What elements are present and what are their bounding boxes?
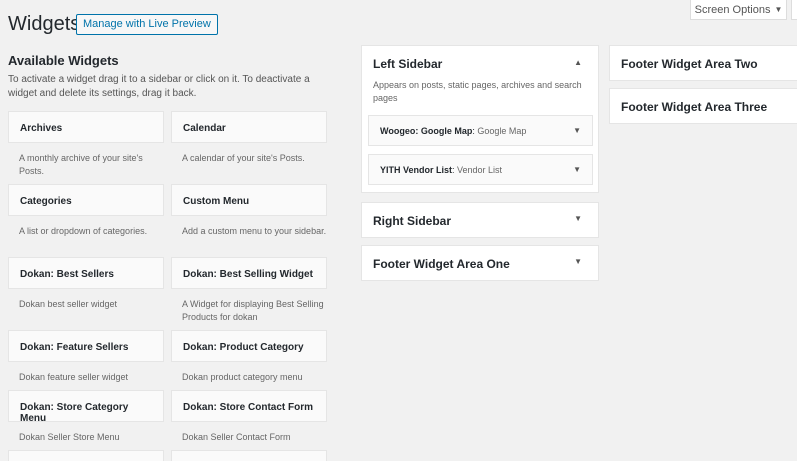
sidebar-left-header[interactable]: Left Sidebar ▲ bbox=[362, 46, 598, 82]
widget-description: A list or dropdown of categories. bbox=[19, 226, 148, 236]
sidebar-footer-three[interactable]: Footer Widget Area Three bbox=[609, 88, 797, 124]
placed-widget-label: YITH Vendor List: Vendor List bbox=[380, 165, 503, 175]
widget-title: Custom Menu bbox=[183, 196, 250, 207]
help-tab[interactable] bbox=[791, 0, 797, 20]
arrow-down-icon[interactable]: ▼ bbox=[574, 257, 582, 266]
widget-categories[interactable]: Categories bbox=[8, 184, 164, 216]
widget-description: Dokan feature seller widget bbox=[19, 372, 129, 382]
sidebar-title: Footer Widget Area One bbox=[373, 257, 510, 271]
widget-dokan-feature-sellers[interactable]: Dokan: Feature Sellers bbox=[8, 330, 164, 362]
page-title: Widgets bbox=[8, 13, 81, 35]
placed-widget-type: Google Map bbox=[477, 126, 527, 136]
widget-description: A calendar of your site's Posts. bbox=[182, 153, 305, 163]
sidebar-title: Footer Widget Area Two bbox=[621, 57, 758, 71]
widget-title: Categories bbox=[20, 196, 72, 207]
widget-calendar[interactable]: Calendar bbox=[171, 111, 327, 143]
sidebar-footer-two[interactable]: Footer Widget Area Two bbox=[609, 45, 797, 81]
widget-title: Dokan: Feature Sellers bbox=[20, 342, 129, 353]
placed-widget-name: Woogeo: Google Map bbox=[380, 126, 473, 136]
placed-widget-name: YITH Vendor List bbox=[380, 165, 453, 175]
available-widgets-description: To activate a widget drag it to a sideba… bbox=[8, 74, 310, 99]
widget-title: Dokan: Store Contact Form bbox=[183, 402, 314, 413]
sidebar-title: Right Sidebar bbox=[373, 214, 452, 228]
placed-widget-label: Woogeo: Google Map: Google Map bbox=[380, 126, 527, 136]
placed-widget-type: Vendor List bbox=[457, 165, 503, 175]
widget-archives[interactable]: Archives bbox=[8, 111, 164, 143]
caret-down-icon: ▼ bbox=[774, 5, 783, 14]
widget-card-partial[interactable] bbox=[171, 450, 327, 461]
widget-title: Dokan: Product Category bbox=[183, 342, 304, 353]
widget-custom-menu[interactable]: Custom Menu bbox=[171, 184, 327, 216]
widget-description: Dokan Seller Contact Form bbox=[182, 432, 291, 442]
sidebar-description: Appears on posts, static pages, archives… bbox=[373, 80, 582, 103]
placed-widget-google-map[interactable]: Woogeo: Google Map: Google Map ▼ bbox=[368, 115, 593, 146]
screen-options-label: Screen Options bbox=[694, 4, 771, 16]
widget-title: Archives bbox=[20, 123, 63, 134]
widget-description: Add a custom menu to your sidebar. bbox=[182, 226, 327, 236]
available-widgets-title: Available Widgets bbox=[8, 53, 119, 68]
widget-dokan-store-category-menu[interactable]: Dokan: Store Category Menu bbox=[8, 390, 164, 424]
widget-title: Dokan: Best Selling Widget bbox=[183, 269, 313, 280]
arrow-down-icon[interactable]: ▼ bbox=[573, 126, 581, 135]
widget-description: A Widget for displaying Best Selling Pro… bbox=[182, 299, 324, 322]
sidebar-footer-one[interactable]: Footer Widget Area One ▼ bbox=[361, 245, 599, 281]
manage-live-preview-button[interactable]: Manage with Live Preview bbox=[76, 14, 218, 35]
widget-dokan-best-selling[interactable]: Dokan: Best Selling Widget bbox=[171, 257, 327, 289]
sidebar-left: Left Sidebar ▲ Appears on posts, static … bbox=[361, 45, 599, 193]
widget-dokan-product-category[interactable]: Dokan: Product Category bbox=[171, 330, 327, 362]
sidebar-right[interactable]: Right Sidebar ▼ bbox=[361, 202, 599, 238]
arrow-down-icon[interactable]: ▼ bbox=[574, 214, 582, 223]
widget-description: Dokan best seller widget bbox=[19, 299, 118, 309]
widget-dokan-store-contact-form[interactable]: Dokan: Store Contact Form bbox=[171, 390, 327, 422]
arrow-down-icon[interactable]: ▼ bbox=[573, 165, 581, 174]
sidebar-title: Footer Widget Area Three bbox=[621, 100, 768, 114]
widget-title: Dokan: Best Sellers bbox=[20, 269, 114, 280]
arrow-up-icon[interactable]: ▲ bbox=[574, 58, 582, 67]
widget-description: A monthly archive of your site's Posts. bbox=[19, 153, 143, 176]
screen-options-button[interactable]: Screen Options ▼ bbox=[690, 0, 787, 20]
widget-card-partial[interactable] bbox=[8, 450, 164, 461]
sidebar-title: Left Sidebar bbox=[373, 57, 443, 71]
widget-description: Dokan Seller Store Menu bbox=[19, 432, 120, 442]
widget-dokan-best-sellers[interactable]: Dokan: Best Sellers bbox=[8, 257, 164, 289]
placed-widget-vendor-list[interactable]: YITH Vendor List: Vendor List ▼ bbox=[368, 154, 593, 185]
widget-title: Calendar bbox=[183, 123, 226, 134]
widget-title: Dokan: Store Category Menu bbox=[20, 402, 129, 424]
widget-description: Dokan product category menu bbox=[182, 372, 303, 382]
